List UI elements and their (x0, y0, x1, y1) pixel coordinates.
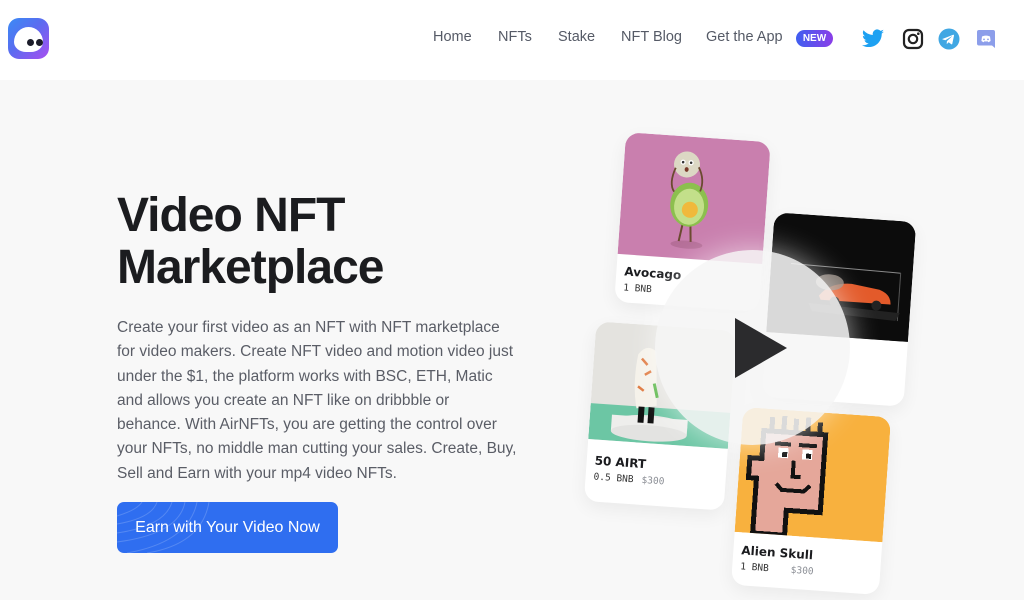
nav-get-the-app[interactable]: Get the App (706, 29, 783, 45)
title-line-1: Video NFT (117, 189, 345, 242)
nft-usd-price: $300 (790, 564, 814, 578)
nft-bnb-price: 0.5 BNB (593, 471, 634, 486)
title-line-2: Marketplace (117, 241, 384, 294)
nav-nfts[interactable]: NFTs (498, 29, 532, 45)
hero-description: Create your first video as an NFT with N… (117, 319, 517, 482)
play-video-button[interactable] (655, 250, 850, 445)
instagram-icon[interactable] (901, 27, 925, 51)
telegram-icon[interactable] (937, 27, 961, 51)
nft-price: 1 BNB (623, 282, 652, 295)
header: Home NFTs Stake NFT Blog Get the App NEW (0, 0, 1024, 80)
nft-name: Avocago (623, 264, 682, 283)
discord-icon[interactable] (974, 27, 998, 51)
logo-ghost-icon (14, 27, 43, 52)
nft-bnb-price: 1 BNB (622, 282, 653, 296)
new-badge: NEW (796, 30, 833, 47)
nft-name: 50 AIRT (594, 453, 647, 472)
nft-bnb-price: 1 BNB (739, 561, 770, 575)
nav-home[interactable]: Home (433, 29, 472, 45)
nav-stake[interactable]: Stake (558, 29, 595, 45)
logo[interactable] (8, 18, 49, 59)
logo-eye-right (36, 39, 43, 46)
nav-nft-blog[interactable]: NFT Blog (621, 29, 682, 45)
play-icon (735, 318, 787, 378)
cta-label: Earn with Your Video Now (135, 519, 320, 536)
twitter-icon[interactable] (861, 27, 885, 51)
nft-name: Alien Skull (740, 543, 814, 563)
nft-price: 0.5 BNB $300 (593, 472, 665, 488)
earn-with-video-button[interactable]: Earn with Your Video Now (117, 502, 338, 553)
nft-price: 1 BNB $300 (740, 561, 814, 577)
nft-usd-price: $300 (641, 474, 665, 488)
page-title: Video NFT Marketplace (117, 189, 384, 294)
logo-eye-left (27, 39, 34, 46)
nft-image-avocado (617, 132, 771, 264)
